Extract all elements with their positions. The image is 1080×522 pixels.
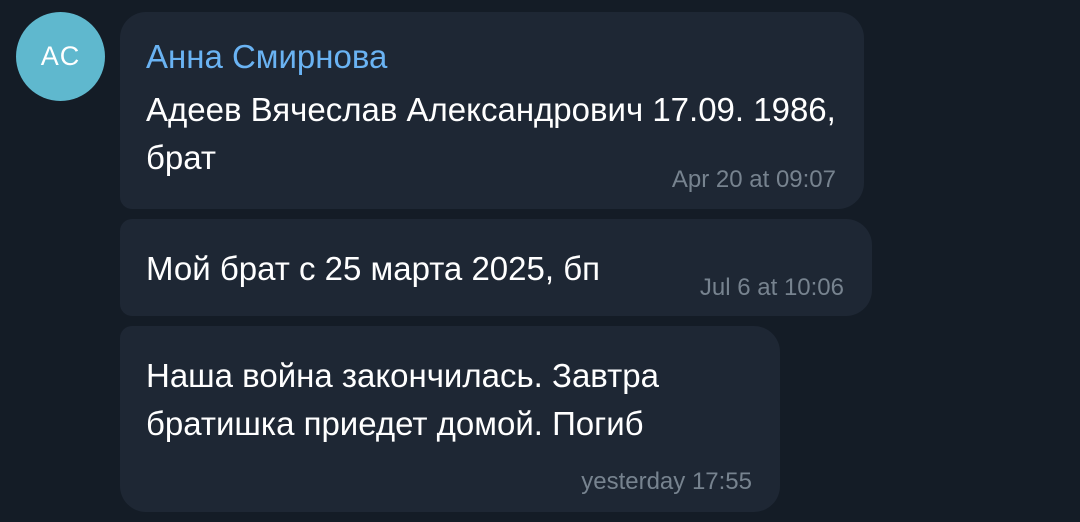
message-bubble[interactable]: Анна Смирнова Адеев Вячеслав Александров… xyxy=(120,12,864,209)
avatar[interactable]: AC xyxy=(16,12,105,101)
message-text: Наша война закончилась. Завтра братишка … xyxy=(146,357,659,442)
message-bubble[interactable]: Наша война закончилась. Завтра братишка … xyxy=(120,326,780,512)
chat-area: AC Анна Смирнова Адеев Вячеслав Александ… xyxy=(0,0,1080,522)
message-bubble[interactable]: Мой брат с 25 марта 2025, бп Jul 6 at 10… xyxy=(120,219,872,316)
message-text: Мой брат с 25 марта 2025, бп xyxy=(146,250,600,287)
message-timestamp: yesterday 17:55 xyxy=(581,468,752,495)
message-timestamp: Jul 6 at 10:06 xyxy=(699,274,844,301)
message-timestamp: Apr 20 at 09:07 xyxy=(671,166,836,193)
sender-name[interactable]: Анна Смирнова xyxy=(146,38,387,76)
